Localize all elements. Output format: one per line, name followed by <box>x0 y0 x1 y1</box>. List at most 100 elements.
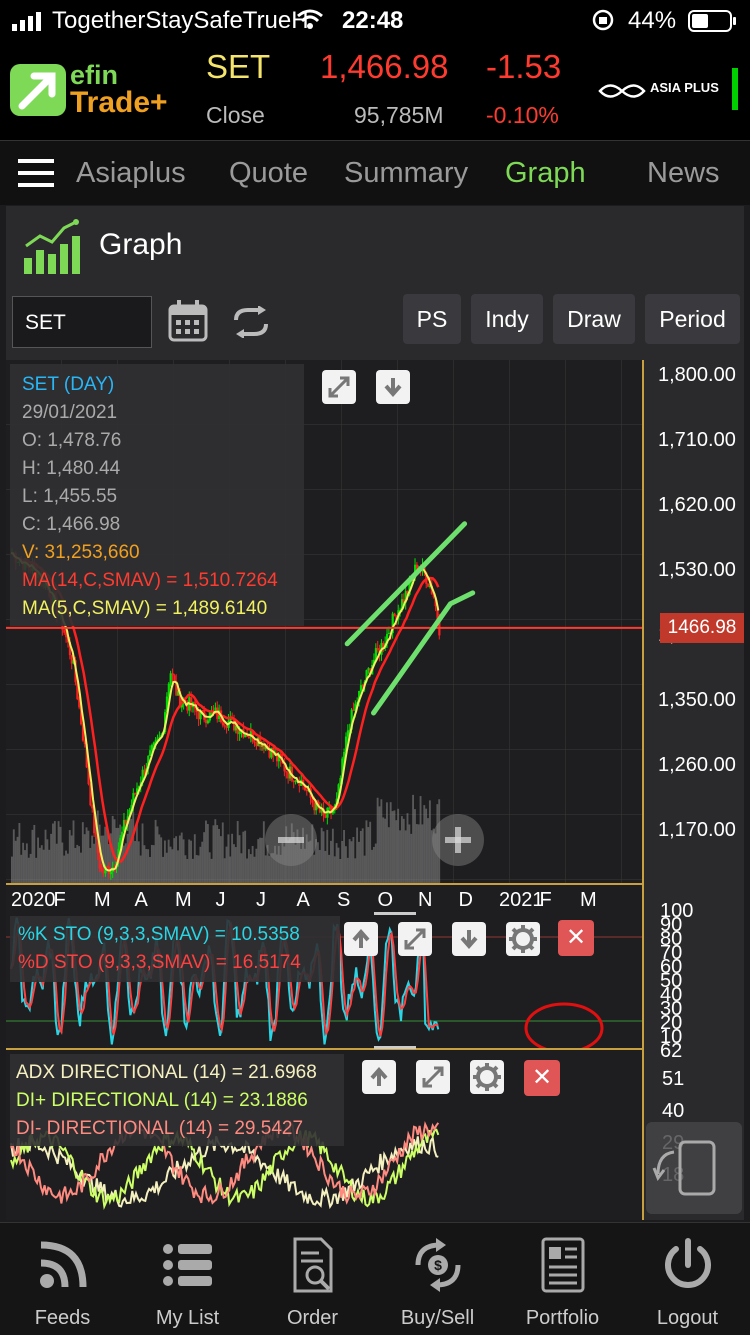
volume-bar <box>376 797 379 884</box>
adx-settings-gear-icon[interactable] <box>470 1060 504 1094</box>
volume-bar <box>402 818 405 884</box>
info-low: L: 1,455.55 <box>22 486 118 507</box>
volume-bar <box>216 825 219 884</box>
scroll-left-icon[interactable] <box>265 814 317 866</box>
draw-button[interactable]: Draw <box>553 294 635 344</box>
x-tick-label: 2021 <box>499 889 544 911</box>
candle <box>149 750 152 756</box>
symbol-input[interactable]: SET <box>12 296 152 348</box>
volume-bar <box>162 856 164 884</box>
volume-bar <box>197 855 200 884</box>
period-button[interactable]: Period <box>645 294 740 344</box>
volume-bar <box>20 854 23 884</box>
volume-bar <box>261 837 263 884</box>
volume-bar <box>87 830 90 884</box>
tab-order[interactable]: Order <box>250 1223 375 1335</box>
indy-button[interactable]: Indy <box>471 294 543 344</box>
volume-bar <box>333 856 336 884</box>
x-tick-label: 2020 <box>11 889 56 911</box>
di-minus-label: DI- DIRECTIONAL (14) = 29.5427 <box>16 1118 304 1139</box>
volume-bar <box>234 847 237 884</box>
chart-area[interactable]: 2020 F M A M J J A S O N D 2021 F M SET (DAY) 29/01/20… <box>6 360 744 1220</box>
ps-button[interactable]: PS <box>403 294 461 344</box>
volume-bar <box>66 853 69 884</box>
adx-close-icon[interactable]: ✕ <box>524 1060 560 1096</box>
volume-bar <box>63 855 66 884</box>
volume-bar <box>141 823 144 884</box>
volume-bar <box>354 858 357 884</box>
volume-bar <box>134 841 137 884</box>
sto-settings-gear-icon[interactable] <box>506 922 540 956</box>
volume-bar <box>57 821 60 884</box>
logo-text-trade: Trade+ <box>70 86 168 119</box>
landscape-toggle-icon[interactable] <box>646 1122 742 1214</box>
volume-bar <box>378 806 381 884</box>
list-icon <box>162 1244 212 1286</box>
sto-move-down-icon[interactable] <box>452 922 486 956</box>
volume-bar <box>68 830 71 884</box>
move-down-icon[interactable] <box>376 370 410 404</box>
tab-feeds[interactable]: Feeds <box>0 1223 125 1335</box>
ohlc-info-panel: SET (DAY) 29/01/2021 O: 1,478.76 H: 1,48… <box>10 364 304 626</box>
volume-bar <box>22 842 25 884</box>
tab-my-list[interactable]: My List <box>125 1223 250 1335</box>
volume-bar <box>346 857 349 884</box>
adx-move-up-icon[interactable] <box>362 1060 396 1094</box>
volume-bar <box>414 809 416 884</box>
volume-bar <box>369 821 372 884</box>
tab-portfolio[interactable]: Portfolio <box>500 1223 625 1335</box>
x-tick-label: A <box>297 889 311 911</box>
sto-move-up-icon[interactable] <box>344 922 378 956</box>
volume-bar <box>412 794 415 884</box>
sto-expand-icon[interactable] <box>398 922 432 956</box>
efin-logo-icon <box>10 64 66 121</box>
y-tick-label: 1,620.00 <box>658 494 736 516</box>
volume-bar <box>182 839 185 884</box>
tab-label: Logout <box>656 1307 719 1329</box>
nav-item-news[interactable]: News <box>647 157 720 190</box>
volume-bar <box>12 829 15 884</box>
volume-bar <box>344 846 347 884</box>
volume-bar <box>44 829 47 884</box>
portfolio-newspaper-icon <box>541 1237 584 1293</box>
nav-item-quote[interactable]: Quote <box>229 157 308 190</box>
nav-item-summary[interactable]: Summary <box>344 157 468 190</box>
volume-bar <box>122 845 125 884</box>
x-axis-ticks: 2020F M A M J J A S O N D 2021F M <box>11 889 597 911</box>
volume-bar <box>399 830 401 884</box>
volume-bar <box>27 857 30 884</box>
volume-bar <box>316 842 319 884</box>
candle <box>171 673 174 676</box>
volume-bar <box>165 852 168 884</box>
volume-bar <box>238 835 241 884</box>
graph-section-icon <box>22 218 82 281</box>
calendar-icon[interactable] <box>168 300 208 347</box>
volume-bar <box>268 855 271 884</box>
nav-item-graph[interactable]: Graph <box>505 157 586 190</box>
candle <box>346 730 350 737</box>
volume-bar <box>253 856 256 884</box>
rss-feed-icon <box>39 1241 86 1288</box>
header-volume: 95,785M <box>354 102 444 128</box>
volume-bar <box>415 824 418 884</box>
x-tick-label: F <box>540 889 552 911</box>
menu-icon[interactable] <box>18 157 54 194</box>
expand-chart-icon[interactable] <box>322 370 356 404</box>
refresh-icon[interactable] <box>232 305 270 343</box>
volume-bar <box>255 848 258 884</box>
zoom-in-icon[interactable] <box>432 814 484 866</box>
sto-close-icon[interactable]: ✕ <box>558 920 594 956</box>
top-nav: Asiaplus Quote Summary Graph News <box>0 140 750 205</box>
volume-bar <box>53 821 56 884</box>
candle <box>173 675 176 682</box>
volume-bar <box>186 858 189 884</box>
nav-item-asiaplus[interactable]: Asiaplus <box>76 157 186 190</box>
adx-expand-icon[interactable] <box>416 1060 450 1094</box>
header-market-state: Close <box>206 102 265 128</box>
volume-bar <box>229 856 232 884</box>
tab-buy-sell[interactable]: $ Buy/Sell <box>375 1223 500 1335</box>
tab-logout[interactable]: Logout <box>625 1223 750 1335</box>
volume-bar <box>247 849 250 884</box>
volume-bar <box>55 843 58 884</box>
tab-label: Buy/Sell <box>400 1307 475 1329</box>
